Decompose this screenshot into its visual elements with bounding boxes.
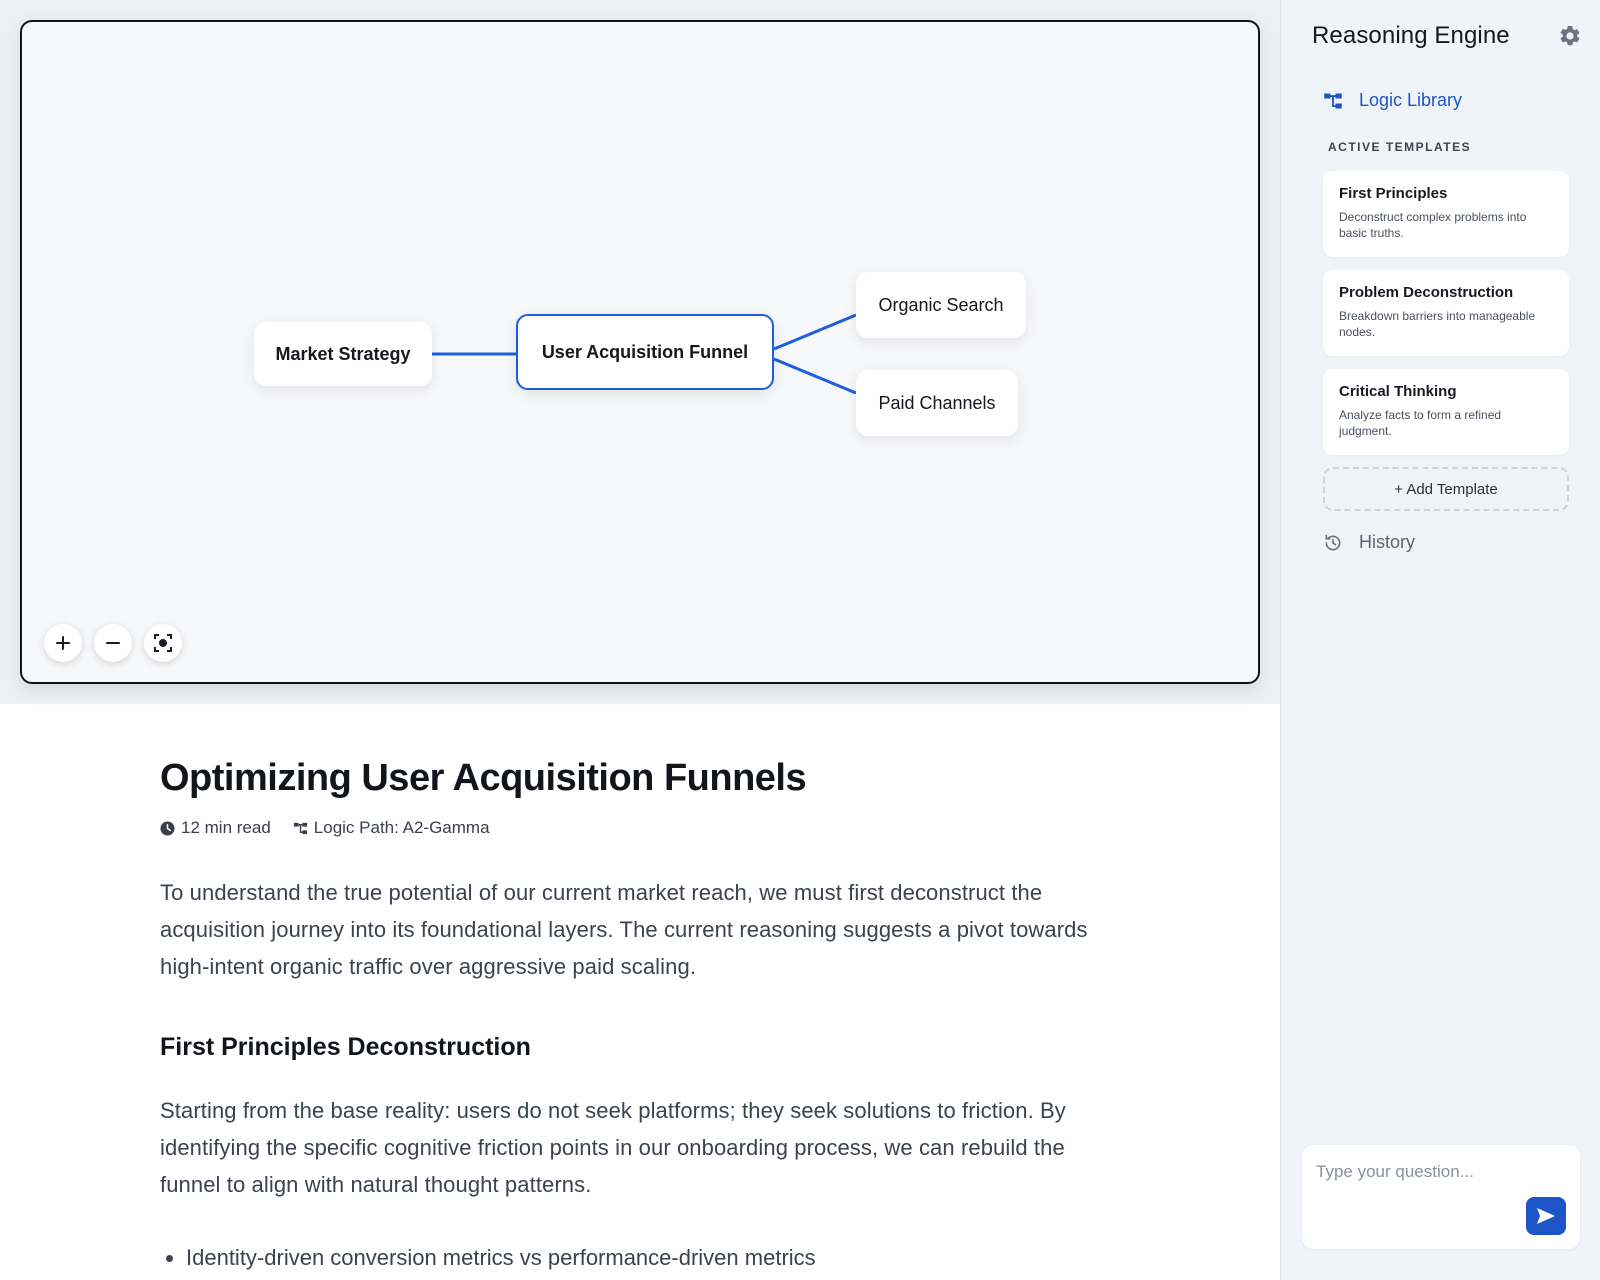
template-title: Problem Deconstruction [1339,284,1514,301]
read-time: 12 min read [160,818,271,838]
mind-map-canvas[interactable]: Market Strategy User Acquisition Funnel … [20,20,1260,684]
history-icon [1325,534,1341,550]
article-intro: To understand the true potential of our … [160,880,1088,979]
section-label: ACTIVE TEMPLATES [1328,140,1472,154]
template-desc: Analyze facts to form a refined judgment… [1339,408,1502,438]
main-panel: Market Strategy User Acquisition Funnel … [0,0,1280,1280]
template-card[interactable]: Problem Deconstruction Breakdown barrier… [1323,270,1569,356]
fit-view-button[interactable] [144,624,182,662]
bullet-list: Identity-driven conversion metrics vs pe… [160,1239,1130,1276]
zoom-controls [44,624,182,662]
node-organic-search[interactable]: Organic Search [856,272,1026,338]
bullet-item: Identity-driven conversion metrics vs pe… [186,1239,1130,1276]
zoom-in-button[interactable] [44,624,82,662]
node-market-strategy[interactable]: Market Strategy [254,322,432,386]
settings-button[interactable] [1558,24,1582,48]
edge-center-paid [773,357,857,395]
template-title: First Principles [1339,185,1448,202]
sidebar-item-label: Logic Library [1359,90,1463,110]
section-heading: First Principles Deconstruction [160,1033,531,1061]
tree-icon [293,822,307,834]
template-card[interactable]: First Principles Deconstruct complex pro… [1323,171,1569,257]
tree-icon [1324,93,1342,108]
sidebar-header: Reasoning Engine [1312,22,1582,50]
template-card[interactable]: Critical Thinking Analyze facts to form … [1323,369,1569,455]
chat-box [1302,1145,1580,1249]
question-input[interactable] [1316,1157,1526,1187]
sidebar-item-logic-library[interactable]: Logic Library [1323,90,1462,111]
article-title: Optimizing User Acquisition Funnels [160,757,807,799]
article: Optimizing User Acquisition Funnels 12 m… [160,754,1130,1276]
node-paid-channels[interactable]: Paid Channels [856,370,1018,436]
template-desc: Breakdown barriers into manageable nodes… [1339,309,1536,339]
sidebar-item-label: History [1359,532,1416,552]
sidebar-title: Reasoning Engine [1312,22,1510,49]
send-icon [1537,1208,1555,1224]
read-time-label: 12 min read [181,818,271,837]
edge-center-organic [773,313,857,351]
canvas-zone: Market Strategy User Acquisition Funnel … [0,0,1280,704]
send-button[interactable] [1526,1197,1566,1235]
add-template-button[interactable]: + Add Template [1323,467,1569,511]
focus-icon [154,634,172,652]
minus-icon [106,642,120,644]
clock-icon [160,820,175,836]
zoom-out-button[interactable] [94,624,132,662]
section-body: Starting from the base reality: users do… [160,1098,1066,1197]
node-user-acquisition-funnel[interactable]: User Acquisition Funnel [516,314,774,390]
sidebar-item-history[interactable]: History [1323,532,1415,553]
plus-icon [56,636,70,650]
article-meta: 12 min read Logic Path: A2-Gamma [160,818,1130,838]
logic-path: Logic Path: A2-Gamma [293,818,490,838]
template-title: Critical Thinking [1339,383,1457,400]
logic-path-label: Logic Path: A2-Gamma [313,818,490,837]
sidebar: Reasoning Engine Logic Library ACTIVE TE… [1280,0,1600,1280]
gear-icon [1560,25,1580,46]
template-desc: Deconstruct complex problems into basic … [1339,210,1527,240]
